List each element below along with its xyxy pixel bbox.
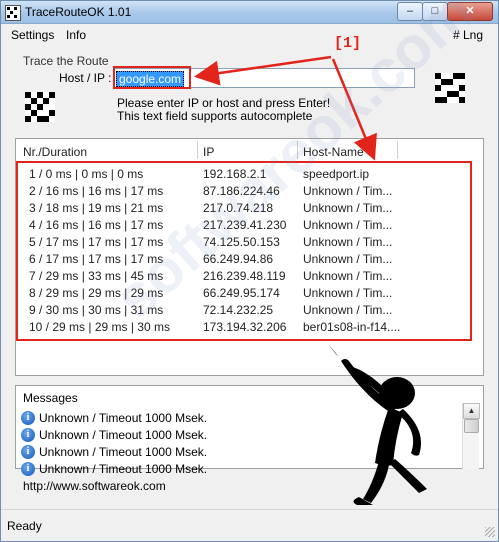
annotation-highlight-input: [113, 66, 191, 89]
hint-line-1: Please enter IP or host and press Enter!: [117, 96, 331, 110]
annotation-highlight-results: [16, 161, 472, 341]
menu-settings[interactable]: Settings: [11, 28, 54, 42]
column-separator: [197, 141, 198, 159]
website-link[interactable]: http://www.softwareok.com: [23, 479, 166, 493]
column-header-host-name[interactable]: Host-Name: [303, 145, 364, 159]
stickman-pointing-illustration: [329, 345, 427, 505]
close-button[interactable]: ✕: [447, 2, 493, 21]
column-separator: [397, 141, 398, 159]
host-label: Host / IP :: [59, 71, 112, 85]
info-icon: i: [21, 411, 35, 425]
annotation-label: [1]: [334, 35, 362, 52]
hint-line-2: This text field supports autocomplete: [117, 109, 313, 123]
title-bar: TraceRouteOK 1.01 – □ ✕: [1, 1, 498, 24]
maximize-button[interactable]: □: [422, 2, 448, 21]
resize-grip-icon[interactable]: [485, 527, 495, 537]
window-title: TraceRouteOK 1.01: [25, 5, 132, 19]
app-window: TraceRouteOK 1.01 – □ ✕ Settings Info # …: [0, 0, 499, 542]
qr-code-icon[interactable]: [435, 73, 465, 103]
column-separator: [297, 141, 298, 159]
menu-bar: Settings Info # Lng: [1, 25, 498, 45]
column-header-ip[interactable]: IP: [203, 145, 214, 159]
status-bar: Ready: [1, 509, 498, 540]
column-header-nr-duration[interactable]: Nr./Duration: [23, 145, 87, 159]
info-icon: i: [21, 445, 35, 459]
menu-language[interactable]: # Lng: [453, 28, 483, 42]
messages-header: Messages: [23, 391, 78, 405]
qr-code-icon[interactable]: [25, 92, 55, 122]
app-icon: [5, 5, 21, 21]
minimize-button[interactable]: –: [397, 2, 423, 21]
status-text: Ready: [7, 519, 42, 533]
trace-group-label: Trace the Route: [23, 54, 109, 68]
menu-info[interactable]: Info: [66, 28, 86, 42]
info-icon: i: [21, 428, 35, 442]
info-icon: i: [21, 462, 35, 476]
